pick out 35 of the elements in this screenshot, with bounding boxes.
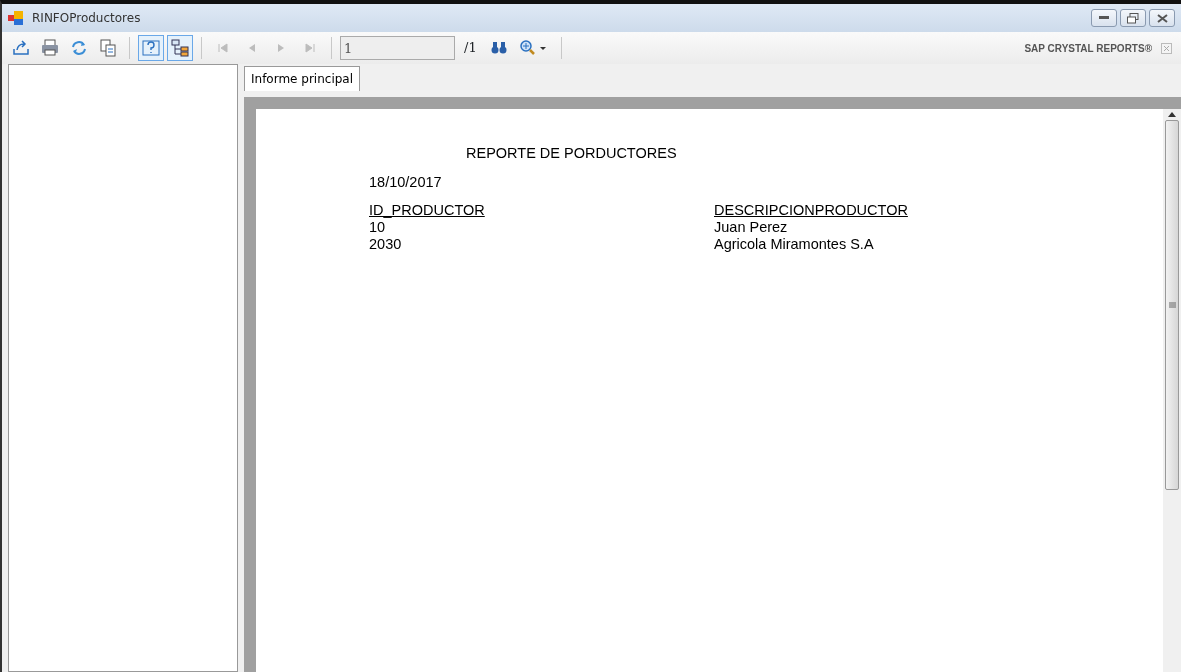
table-cell: Juan Perez	[714, 219, 788, 235]
export-icon	[12, 39, 30, 57]
restore-icon	[1127, 12, 1139, 24]
table-cell: Agricola Miramontes S.A	[714, 235, 874, 252]
help-icon	[142, 39, 160, 57]
tree-button[interactable]	[167, 35, 193, 61]
column-header: ID_PRODUCTOR	[369, 202, 485, 219]
refresh-icon	[70, 39, 88, 57]
help-button[interactable]	[138, 35, 164, 61]
restore-button[interactable]	[1120, 9, 1146, 27]
app-icon	[8, 11, 24, 25]
brand-label: SAP CRYSTAL REPORTS®	[1024, 41, 1152, 56]
report-tab[interactable]: Informe principal	[244, 66, 361, 91]
grip-icon	[1168, 302, 1176, 308]
copy-icon	[99, 39, 117, 57]
tree-icon	[171, 39, 189, 57]
window-title: RINFOProductores	[32, 10, 141, 27]
minimize-button[interactable]	[1091, 9, 1117, 27]
close-icon	[1156, 13, 1168, 23]
report-title: REPORTE DE PORDUCTORES	[466, 145, 677, 162]
close-icon[interactable]	[1161, 42, 1172, 54]
vertical-scrollbar[interactable]	[1163, 109, 1181, 672]
binoculars-icon	[490, 41, 507, 55]
table-cell: 2030	[369, 235, 402, 252]
report-date: 18/10/2017	[369, 173, 442, 190]
page-number-field[interactable]: 1	[340, 36, 455, 60]
minimize-icon	[1099, 16, 1109, 20]
close-button[interactable]	[1149, 9, 1175, 27]
scroll-up-arrow-icon[interactable]	[1168, 112, 1176, 117]
printer-icon	[41, 39, 59, 57]
table-cell: 10	[369, 219, 386, 235]
scrollbar-thumb[interactable]	[1165, 120, 1179, 490]
page-total: /1	[464, 39, 477, 58]
zoom-icon	[518, 39, 549, 57]
column-header: DESCRIPCIONPRODUCTOR	[714, 202, 908, 219]
